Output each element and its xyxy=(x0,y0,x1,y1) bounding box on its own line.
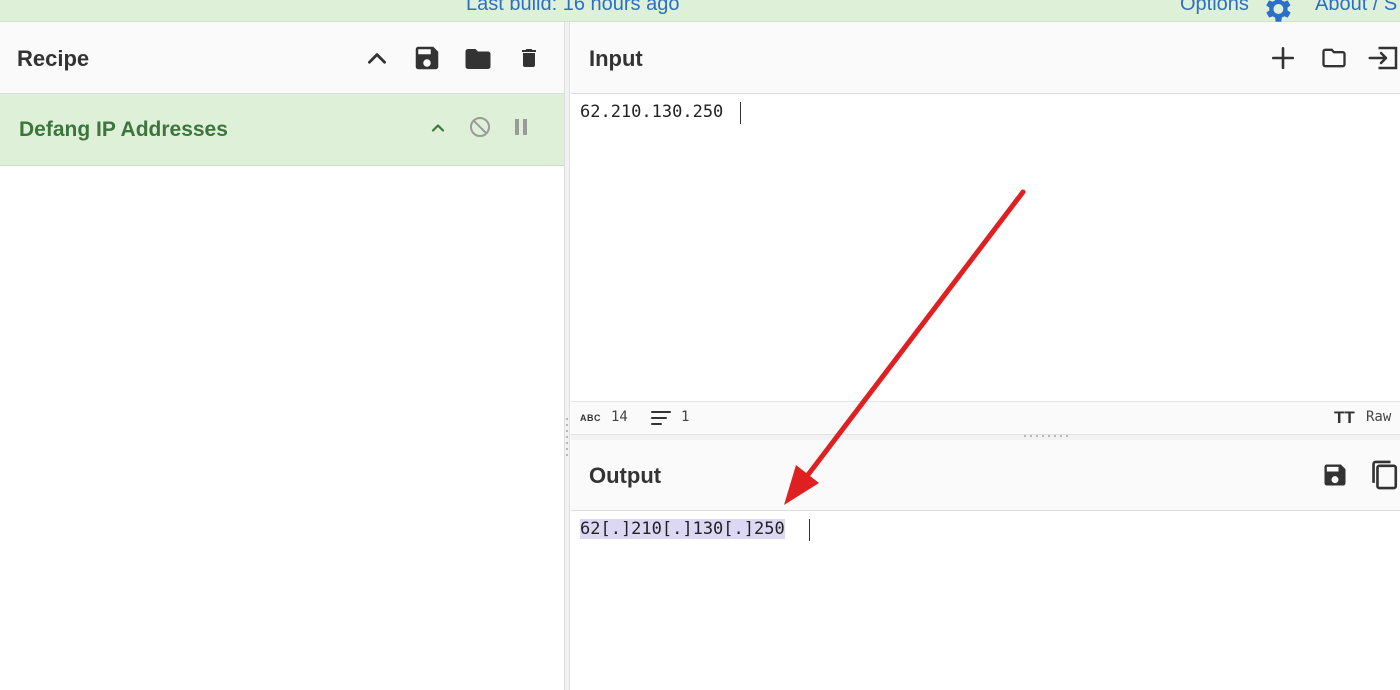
resize-grip xyxy=(1054,435,1056,437)
save-icon[interactable] xyxy=(1321,461,1349,489)
input-textarea[interactable]: 62.210.130.250 xyxy=(580,102,723,122)
resize-grip xyxy=(1036,435,1038,437)
copy-icon[interactable] xyxy=(1368,458,1400,492)
pane-resize-handle[interactable] xyxy=(564,22,570,690)
resize-grip xyxy=(1060,435,1062,437)
resize-grip xyxy=(566,448,568,450)
input-status-bar xyxy=(571,401,1400,435)
about-link[interactable]: About / S xyxy=(1315,0,1397,16)
resize-grip xyxy=(566,430,568,432)
resize-grip xyxy=(1030,435,1032,437)
last-build-text: Last build: 16 hours ago xyxy=(466,0,680,15)
operation-name: Defang IP Addresses xyxy=(19,118,228,141)
recipe-title: Recipe xyxy=(17,46,90,71)
output-title: Output xyxy=(589,463,662,488)
resize-grip xyxy=(566,418,568,420)
input-lines: 1 xyxy=(681,409,690,425)
resize-grip xyxy=(1042,435,1044,437)
text-caret xyxy=(740,102,741,124)
output-header xyxy=(571,440,1400,511)
font-size-icon[interactable]: TT xyxy=(1334,408,1355,428)
chevron-up-icon[interactable] xyxy=(428,118,448,138)
folder-icon[interactable] xyxy=(462,44,494,74)
replace-input-icon[interactable] xyxy=(1367,43,1400,73)
save-icon[interactable] xyxy=(412,43,442,73)
lines-icon xyxy=(650,409,672,427)
plus-icon[interactable] xyxy=(1270,45,1296,71)
output-textarea[interactable]: 62[.]210[.]130[.]250 xyxy=(580,519,785,539)
resize-grip xyxy=(566,454,568,456)
chevron-up-icon[interactable] xyxy=(364,46,390,72)
folder-icon[interactable] xyxy=(1318,44,1350,72)
disable-icon[interactable] xyxy=(468,115,492,139)
resize-grip xyxy=(566,436,568,438)
resize-grip xyxy=(1048,435,1050,437)
options-link[interactable]: Options xyxy=(1180,0,1249,16)
input-title: Input xyxy=(589,46,643,71)
abc-icon: ABC xyxy=(580,413,601,423)
resize-grip xyxy=(566,424,568,426)
resize-grip xyxy=(1066,435,1068,437)
input-length: 14 xyxy=(611,409,628,425)
pause-icon[interactable] xyxy=(513,117,529,137)
trash-icon[interactable] xyxy=(517,43,541,73)
encoding-selector[interactable]: Raw xyxy=(1366,409,1391,425)
text-caret xyxy=(809,519,810,541)
resize-grip xyxy=(566,442,568,444)
resize-grip xyxy=(1024,435,1026,437)
